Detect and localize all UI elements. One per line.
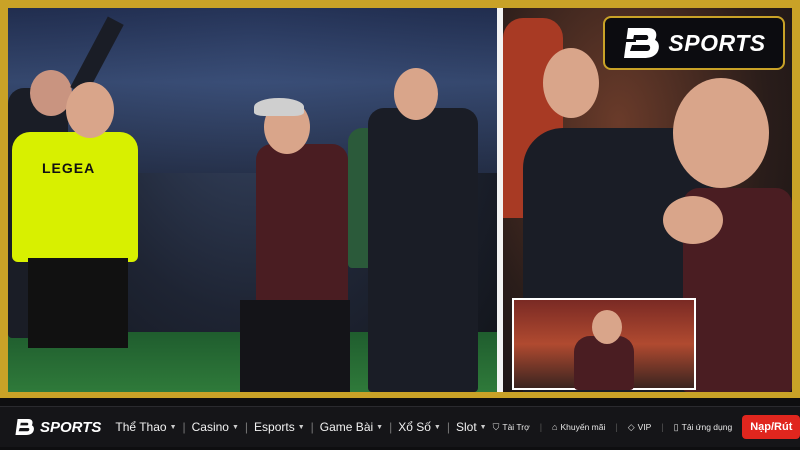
nav-item-label: Game Bài [319, 420, 374, 434]
brand-badge: SPORTS [603, 16, 785, 70]
nav-item-esports[interactable]: Esports ▼ [248, 420, 311, 434]
chevron-down-icon: ▼ [231, 423, 239, 431]
assistant-figure [368, 108, 478, 392]
link-separator: | [661, 422, 664, 432]
link-tai-tro[interactable]: ⛉ Tài Trợ [493, 422, 530, 433]
brand-name: SPORTS [668, 29, 766, 56]
kit-logo: LEGEA [42, 160, 96, 176]
deposit-withdraw-button[interactable]: Nạp/Rút [742, 415, 800, 439]
assistant-head [394, 68, 438, 120]
utility-links: ⛉ Tài Trợ | ⌂ Khuyến mãi | ◇ VIP | ▯ Tải… [493, 415, 800, 439]
inset-photo [512, 298, 696, 390]
chevron-down-icon: ▼ [169, 423, 177, 431]
inset-manager-figure [574, 336, 634, 390]
nav-item-label: Slot [455, 420, 477, 434]
manager-hair [254, 98, 304, 116]
nav-item-slot[interactable]: Slot ▼ [450, 420, 493, 434]
manager-trousers [240, 300, 350, 392]
manager-face [673, 78, 769, 188]
bottom-navbar: SPORTS Thể Thao ▼ | Casino ▼ | Esports ▼… [0, 406, 800, 447]
link-tai-ung-dung[interactable]: ▯ Tải ứng dụng [674, 422, 733, 433]
nav-item-casino[interactable]: Casino ▼ [186, 420, 245, 434]
player-face [543, 48, 599, 118]
chevron-down-icon: ▼ [479, 423, 487, 431]
navbar-logo[interactable]: SPORTS [14, 418, 101, 436]
chevron-down-icon: ▼ [433, 423, 441, 431]
referee-head [66, 82, 114, 138]
diamond-icon: ◇ [627, 421, 635, 432]
chevron-down-icon: ▼ [297, 423, 305, 431]
navbar-logo-text: SPORTS [40, 418, 102, 436]
phone-icon: ▯ [673, 421, 679, 432]
nav-item-label: Thể Thao [115, 420, 167, 434]
tag-icon: ⌂ [552, 422, 558, 432]
link-khuyen-mai[interactable]: ⌂ Khuyến mãi [552, 422, 605, 432]
inset-manager-head [592, 310, 622, 344]
nav-item-label: Xổ Số [398, 420, 431, 434]
link-separator: | [539, 422, 543, 432]
b-logo-icon [622, 25, 662, 61]
nav-item-label: Casino [191, 420, 229, 434]
left-photo: LEGEA [8, 8, 497, 392]
link-label: Tài Trợ [502, 422, 530, 432]
nav-item-label: Esports [254, 420, 295, 434]
hand [663, 196, 723, 244]
main-nav: Thể Thao ▼ | Casino ▼ | Esports ▼ | Game… [109, 420, 492, 434]
chevron-down-icon: ▼ [376, 423, 384, 431]
link-separator: | [615, 422, 618, 432]
nav-item-game-bai[interactable]: Game Bài ▼ [314, 420, 389, 434]
link-vip[interactable]: ◇ VIP [628, 422, 652, 433]
nav-item-xo-so[interactable]: Xổ Số ▼ [392, 420, 447, 434]
nav-item-the-thao[interactable]: Thể Thao ▼ [109, 420, 182, 434]
referee-shorts [28, 258, 128, 348]
manager-figure [256, 144, 348, 304]
link-label: VIP [637, 422, 652, 432]
link-label: Khuyến mãi [560, 422, 606, 432]
shield-icon: ⛉ [492, 421, 500, 432]
b-logo-icon [15, 419, 34, 435]
link-label: Tải ứng dụng [681, 422, 733, 432]
referee-shirt [12, 132, 138, 262]
